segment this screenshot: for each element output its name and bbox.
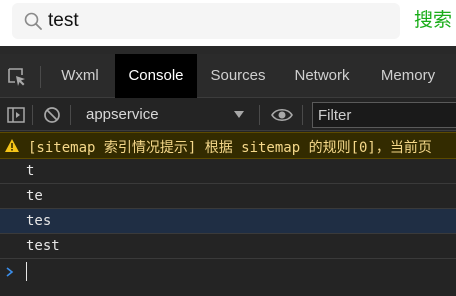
console-output: [sitemap 索引情况提示] 根据 sitemap 的规则[0]，当前页 t… [0,132,456,296]
clear-console-icon[interactable] [42,105,62,125]
search-icon [24,12,42,30]
toolbar-separator [70,105,71,125]
console-log-row[interactable]: te [0,184,456,209]
devtools-tab-bar: Wxml Console Sources Network Memory [0,54,456,98]
log-text: te [26,188,43,204]
toolbar-separator [32,105,33,125]
eye-icon[interactable] [271,105,293,125]
log-text: tes [26,213,52,229]
warning-icon [5,139,19,152]
tab-console[interactable]: Console [115,54,197,98]
log-text: t [26,163,35,179]
collapsed-tab-strip [0,46,456,54]
console-log-row[interactable]: test [0,234,456,259]
console-log-row[interactable]: t [0,159,456,184]
search-input[interactable] [48,7,388,35]
tab-memory[interactable]: Memory [368,54,448,98]
tab-wxml[interactable]: Wxml [48,54,112,98]
tab-network[interactable]: Network [283,54,361,98]
filter-input[interactable] [312,102,456,128]
tab-sources[interactable]: Sources [200,54,276,98]
tab-separator [40,66,41,88]
chevron-down-icon [234,111,244,118]
inspect-element-icon[interactable] [7,67,27,87]
console-warning[interactable]: [sitemap 索引情况提示] 根据 sitemap 的规则[0]，当前页 [0,132,456,159]
toolbar-separator [259,105,260,125]
console-log-row[interactable]: tes [0,209,456,234]
log-text: test [26,238,60,254]
search-button[interactable]: 搜索 [414,5,452,35]
console-toolbar: appservice [0,99,456,131]
context-label: appservice [86,106,159,123]
console-prompt[interactable] [0,259,456,285]
toggle-sidebar-icon[interactable] [6,105,26,125]
context-select[interactable]: appservice [80,102,250,128]
toolbar-separator [302,105,303,125]
search-bar: 搜索 [0,0,456,46]
prompt-chevron-icon [6,267,14,277]
search-box[interactable] [12,3,400,39]
text-caret [26,262,27,281]
warning-text: [sitemap 索引情况提示] 根据 sitemap 的规则[0]，当前页 [28,140,432,156]
